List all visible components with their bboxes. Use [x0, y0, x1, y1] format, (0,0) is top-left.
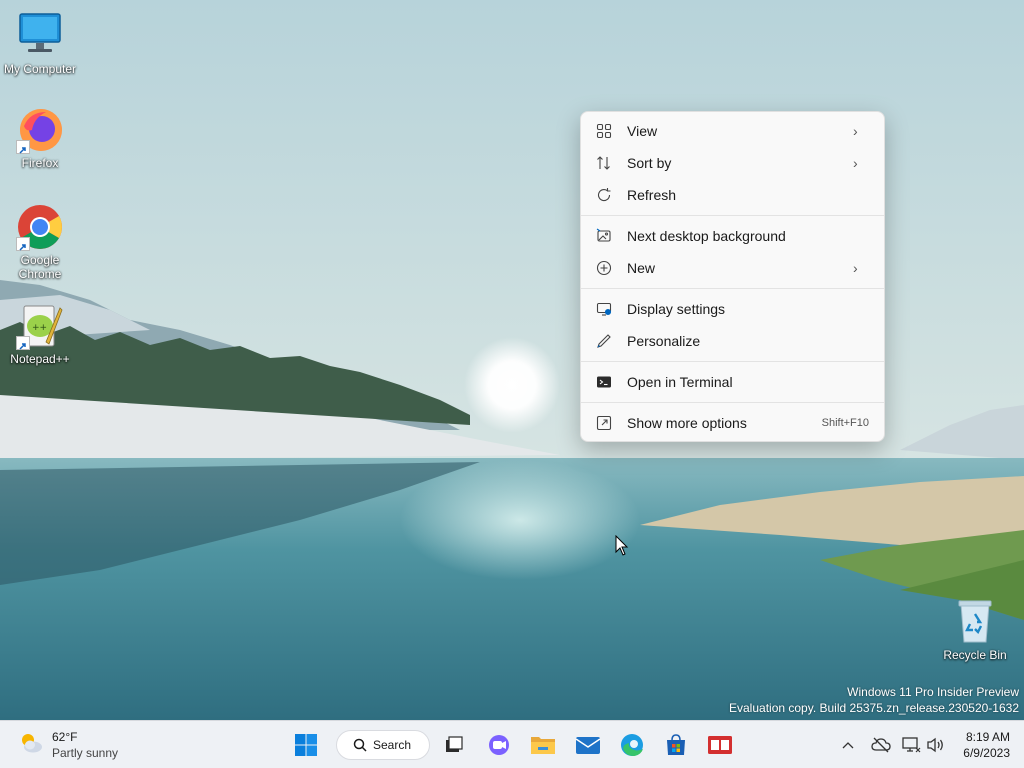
show-hidden-icons-button[interactable]: [838, 733, 858, 757]
weather-widget[interactable]: 62°F Partly sunny: [18, 729, 118, 761]
menu-item-label: Show more options: [627, 415, 747, 431]
chat-button[interactable]: [483, 729, 515, 761]
menu-item-label: New: [627, 260, 656, 276]
taskbar: 62°F Partly sunny Search 8:19 AM 6/9/202…: [0, 720, 1024, 768]
mouse-cursor-icon: [615, 535, 629, 556]
chevron-right-icon: ›: [853, 155, 858, 171]
mail-icon: [575, 737, 601, 754]
shortcut-arrow-icon: [16, 140, 30, 154]
edge-icon: [621, 734, 643, 756]
desktop-icon-label: Firefox: [21, 156, 59, 170]
recycle-bin-icon: [951, 598, 999, 646]
chevron-up-icon: [842, 742, 854, 749]
taskbar-search-box[interactable]: Search: [336, 730, 430, 760]
store-icon: [667, 734, 685, 755]
menu-item-label: Next desktop background: [627, 228, 786, 244]
start-icon: [295, 734, 317, 756]
menu-item-personalize[interactable]: Personalize: [586, 326, 879, 356]
search-icon: [353, 738, 367, 752]
image-next-icon: [595, 227, 613, 245]
file-explorer-icon: [531, 737, 555, 754]
desktop-icon-google-chrome[interactable]: Google Chrome: [0, 203, 80, 281]
notepadpp-icon: ++: [16, 302, 64, 350]
menu-separator: [581, 215, 884, 216]
onedrive-button[interactable]: [870, 733, 892, 757]
menu-item-show-more-options[interactable]: Show more options Shift+F10: [586, 408, 879, 438]
chat-icon: [489, 735, 509, 755]
menu-item-refresh[interactable]: Refresh: [586, 180, 879, 210]
network-icon: [902, 737, 921, 753]
pinned-app-button[interactable]: [704, 729, 736, 761]
desktop-icon-firefox[interactable]: Firefox: [0, 106, 80, 170]
terminal-icon: [595, 373, 613, 391]
desktop-icon-label: Recycle Bin: [943, 648, 1007, 662]
app-icon: [708, 736, 732, 754]
desktop-icon-notepadpp[interactable]: ++ Notepad++: [0, 302, 80, 366]
edge-button[interactable]: [616, 729, 648, 761]
desktop-icon-my-computer[interactable]: My Computer: [0, 12, 80, 76]
start-button[interactable]: [290, 729, 322, 761]
sort-icon: [595, 154, 613, 172]
shortcut-arrow-icon: [16, 237, 30, 251]
menu-item-new[interactable]: New ›: [586, 253, 879, 283]
shortcut-arrow-icon: [16, 336, 30, 350]
pen-icon: [595, 332, 613, 350]
network-button[interactable]: [900, 733, 922, 757]
clock-time: 8:19 AM: [965, 730, 1010, 744]
store-button[interactable]: [660, 729, 692, 761]
menu-separator: [581, 288, 884, 289]
desktop-icon-label: My Computer: [3, 62, 77, 76]
taskbar-clock[interactable]: 8:19 AM 6/9/2023: [963, 729, 1010, 761]
desktop-icon-label: Notepad++: [10, 352, 70, 366]
volume-button[interactable]: [925, 733, 947, 757]
desktop-icon-recycle-bin[interactable]: Recycle Bin: [935, 598, 1015, 662]
menu-item-open-in-terminal[interactable]: Open in Terminal: [586, 367, 879, 397]
chrome-icon: [16, 203, 64, 251]
menu-item-next-desktop-background[interactable]: Next desktop background: [586, 221, 879, 251]
monitor-icon: [16, 12, 64, 60]
weather-condition: Partly sunny: [52, 746, 119, 760]
menu-item-label: Open in Terminal: [627, 374, 733, 390]
share-icon: [595, 414, 613, 432]
menu-separator: [581, 402, 884, 403]
menu-item-display-settings[interactable]: Display settings: [586, 294, 879, 324]
task-view-icon: [446, 736, 463, 752]
windows-watermark: Windows 11 Pro Insider Preview Evaluatio…: [729, 684, 1019, 716]
watermark-build: Evaluation copy. Build 25375.zn_release.…: [729, 701, 1019, 715]
menu-item-label: Personalize: [627, 333, 701, 349]
menu-item-label: Display settings: [627, 301, 726, 317]
menu-item-label: Sort by: [627, 155, 672, 171]
partly-sunny-icon: [18, 730, 44, 761]
grid-icon: [595, 122, 613, 140]
menu-item-shortcut: Shift+F10: [821, 417, 869, 429]
refresh-icon: [595, 186, 613, 204]
desktop-icon-label: Google Chrome: [18, 253, 62, 281]
desktop-context-menu: View › Sort by › Refresh Next desktop ba…: [580, 111, 885, 442]
search-label: Search: [373, 738, 412, 752]
plus-circle-icon: [595, 259, 613, 277]
weather-temperature: 62°F: [52, 730, 78, 744]
menu-item-label: Refresh: [627, 187, 677, 203]
menu-item-sort-by[interactable]: Sort by ›: [586, 148, 879, 178]
chevron-right-icon: ›: [853, 260, 858, 276]
display-settings-icon: [595, 300, 613, 318]
firefox-icon: [16, 106, 64, 154]
chevron-right-icon: ›: [853, 123, 858, 139]
file-explorer-button[interactable]: [527, 729, 559, 761]
volume-icon: [927, 737, 943, 753]
clock-date: 6/9/2023: [963, 746, 1010, 760]
mail-button[interactable]: [572, 729, 604, 761]
svg-text:++: ++: [32, 323, 47, 333]
task-view-button[interactable]: [438, 729, 470, 761]
cloud-offline-icon: [871, 737, 891, 753]
watermark-edition: Windows 11 Pro Insider Preview: [847, 685, 1019, 699]
menu-item-label: View: [627, 123, 658, 139]
menu-separator: [581, 361, 884, 362]
menu-item-view[interactable]: View ›: [586, 116, 879, 146]
